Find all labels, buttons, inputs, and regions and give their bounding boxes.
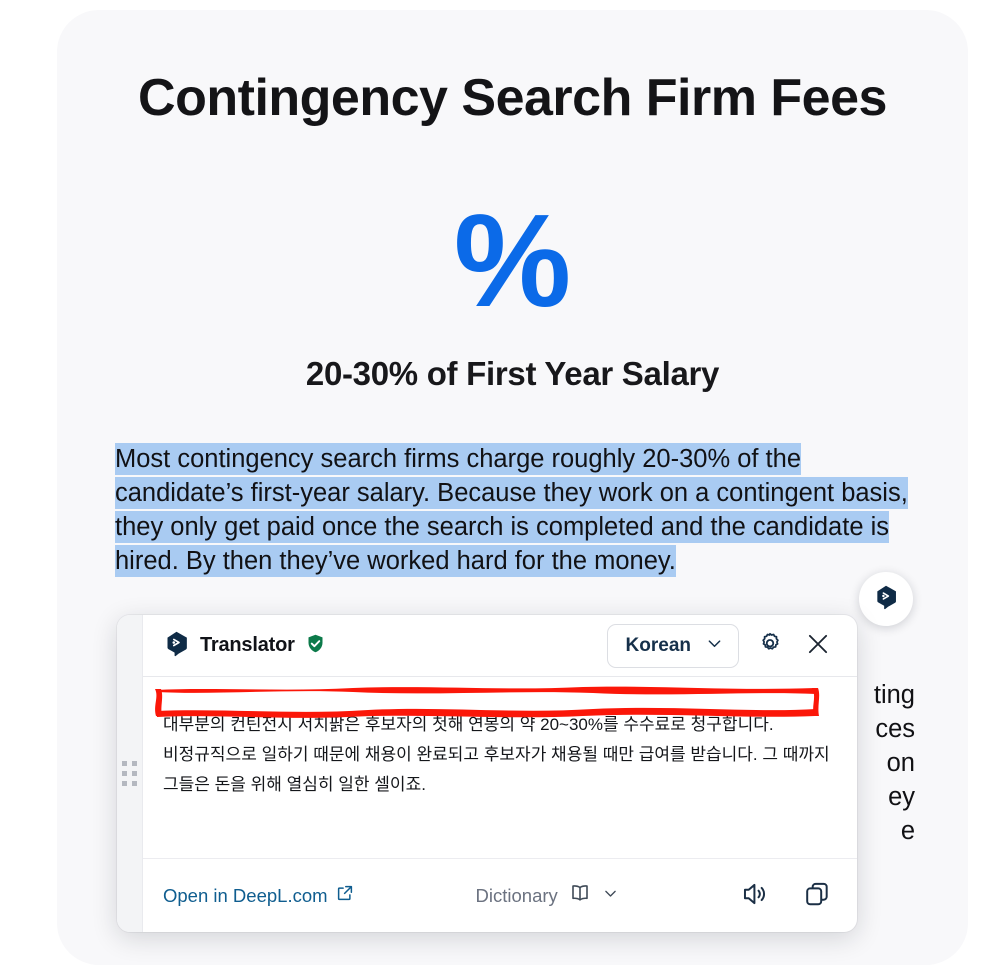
popup-header: Translator Korean <box>143 615 857 677</box>
deepl-translator-popup: Translator Korean 대부분의 컨틴전시 서치팕은 후보자의 첫해… <box>117 615 857 932</box>
chevron-down-icon <box>705 634 724 658</box>
speaker-volume-icon <box>741 880 769 911</box>
popup-translation-body[interactable]: 대부분의 컨틴전시 서치팕은 후보자의 첫해 연봉의 약 20~30%를 수수료… <box>143 677 857 858</box>
popup-header-actions: Korean <box>606 623 835 668</box>
popup-drag-handle[interactable] <box>117 615 143 932</box>
slide-body-paragraph[interactable]: Most contingency search firms charge rou… <box>115 442 915 578</box>
close-button[interactable] <box>801 629 835 663</box>
popup-brand: Translator <box>163 630 326 662</box>
screenshot-root: Contingency Search Firm Fees % 20-30% of… <box>0 0 1002 975</box>
external-link-icon <box>336 884 354 907</box>
gear-icon <box>757 631 783 660</box>
book-icon <box>568 881 592 910</box>
selected-text[interactable]: Most contingency search firms charge rou… <box>115 443 908 577</box>
dictionary-label: Dictionary <box>475 884 558 906</box>
deepl-floating-button[interactable] <box>859 572 913 626</box>
chevron-down-icon <box>602 885 619 907</box>
popup-footer-actions <box>737 878 835 914</box>
slide-card: Contingency Search Firm Fees % 20-30% of… <box>57 10 968 965</box>
target-language-label: Korean <box>625 634 691 656</box>
copy-icon <box>803 880 831 911</box>
popup-brand-name: Translator <box>200 634 295 656</box>
popup-footer: Open in DeepL.com Dictionary <box>143 858 857 932</box>
translation-text[interactable]: 대부분의 컨틴전시 서치팕은 후보자의 첫해 연봉의 약 20~30%를 수수료… <box>163 710 837 800</box>
settings-button[interactable] <box>753 629 787 663</box>
target-language-select[interactable]: Korean <box>606 623 739 668</box>
percent-symbol-icon: % <box>453 187 572 334</box>
deepl-logo-icon <box>873 584 899 615</box>
copy-button[interactable] <box>799 878 835 914</box>
drag-dots-icon <box>122 761 137 786</box>
translation-rest: 비정규직으로 일하기 때문에 채용이 완료되고 후보자가 채용될 때만 급여를 … <box>163 745 830 794</box>
open-in-deepl-link[interactable]: Open in DeepL.com <box>163 884 354 907</box>
green-shield-check-icon <box>305 633 326 659</box>
slide-subtitle: 20-30% of First Year Salary <box>305 355 720 392</box>
close-icon <box>805 631 831 660</box>
speak-button[interactable] <box>737 878 773 914</box>
dictionary-selector[interactable]: Dictionary <box>476 881 619 910</box>
page-title: Contingency Search Firm Fees <box>138 69 887 127</box>
open-in-deepl-label: Open in DeepL.com <box>163 884 328 906</box>
popup-main: Translator Korean 대부분의 컨틴전시 서치팕은 후보자의 첫해… <box>143 615 857 932</box>
translation-line-1: 대부분의 컨틴전시 서치팕은 후보자의 첫해 연봉의 약 20~30%를 수수료… <box>163 715 774 734</box>
deepl-logo-icon <box>163 630 190 662</box>
